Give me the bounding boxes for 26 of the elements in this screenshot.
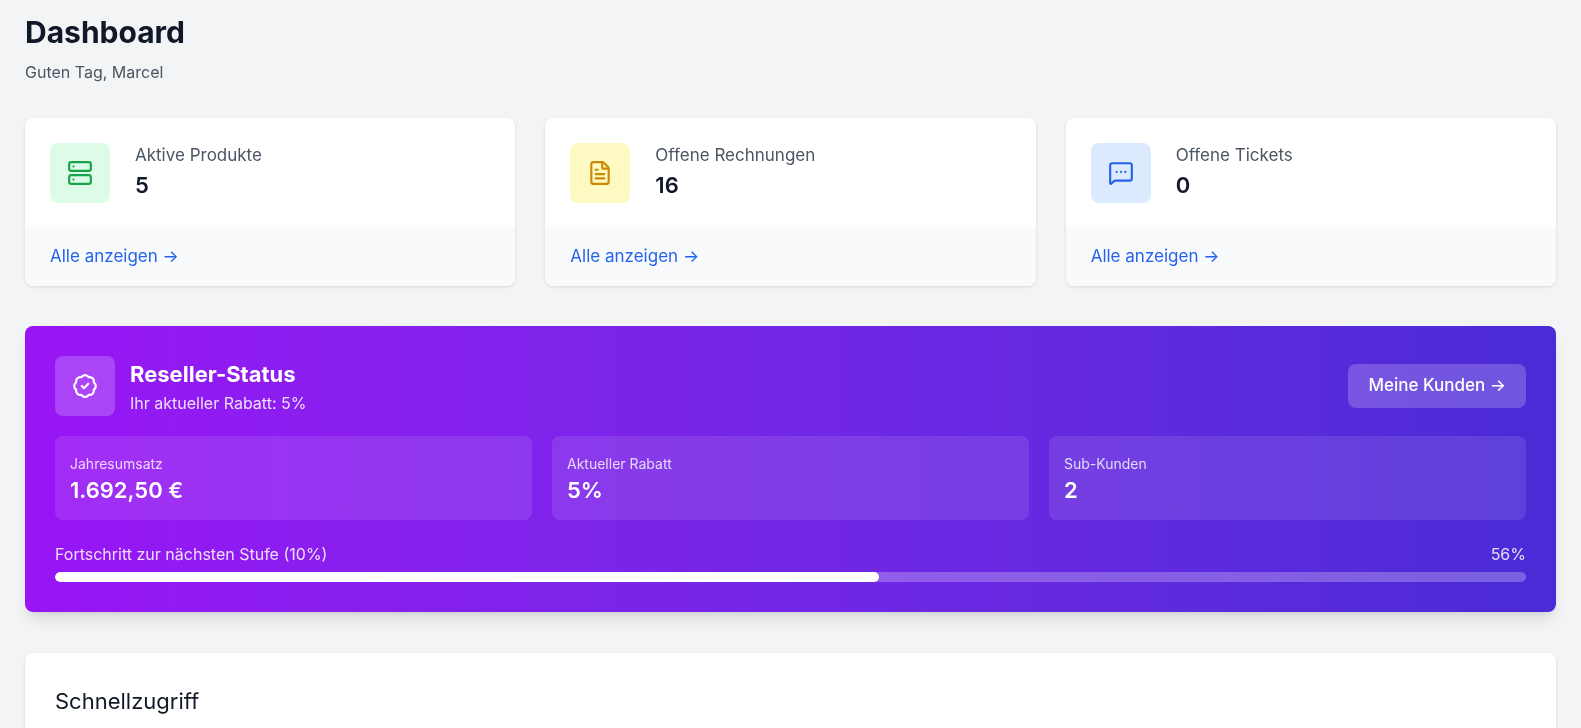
progress-reading: 56% [1490, 543, 1526, 566]
metric-label: Sub-Kunden [1064, 454, 1148, 474]
stat-value: 0 [1175, 170, 1192, 200]
show-all-link[interactable]: Alle anzeigen → [1090, 243, 1220, 270]
customers-button[interactable]: Meine Kunden → [1348, 364, 1526, 408]
reseller-title: Reseller-Status [130, 359, 297, 389]
metric-value: 1.692,50 € [70, 476, 185, 505]
chat-icon [1107, 159, 1134, 186]
stat-value: 16 [655, 170, 680, 200]
server-icon [67, 159, 93, 186]
badge-check-icon [72, 373, 98, 399]
show-all-link[interactable]: Alle anzeigen → [50, 243, 179, 270]
section-title: Schnellzugriff [55, 687, 201, 716]
page-title: Dashboard [25, 14, 186, 50]
reseller-subtitle: Ihr aktueller Rabatt: 5% [130, 391, 307, 415]
metric-value: 5% [567, 476, 604, 505]
stat-label: Offene Tickets [1175, 144, 1293, 168]
metric-label: Aktueller Rabatt [567, 454, 673, 474]
show-all-link[interactable]: Alle anzeigen → [570, 243, 700, 270]
stat-label: Aktive Produkte [135, 144, 262, 168]
progress-label: Fortschritt zur nächsten Stufe (10%) [55, 543, 328, 566]
metric-label: Jahresumsatz [70, 454, 164, 474]
greeting-text: Guten Tag, Marcel [25, 61, 165, 84]
metric-value: 2 [1064, 476, 1079, 505]
stat-value: 5 [135, 170, 150, 200]
stat-label: Offene Rechnungen [655, 144, 816, 168]
